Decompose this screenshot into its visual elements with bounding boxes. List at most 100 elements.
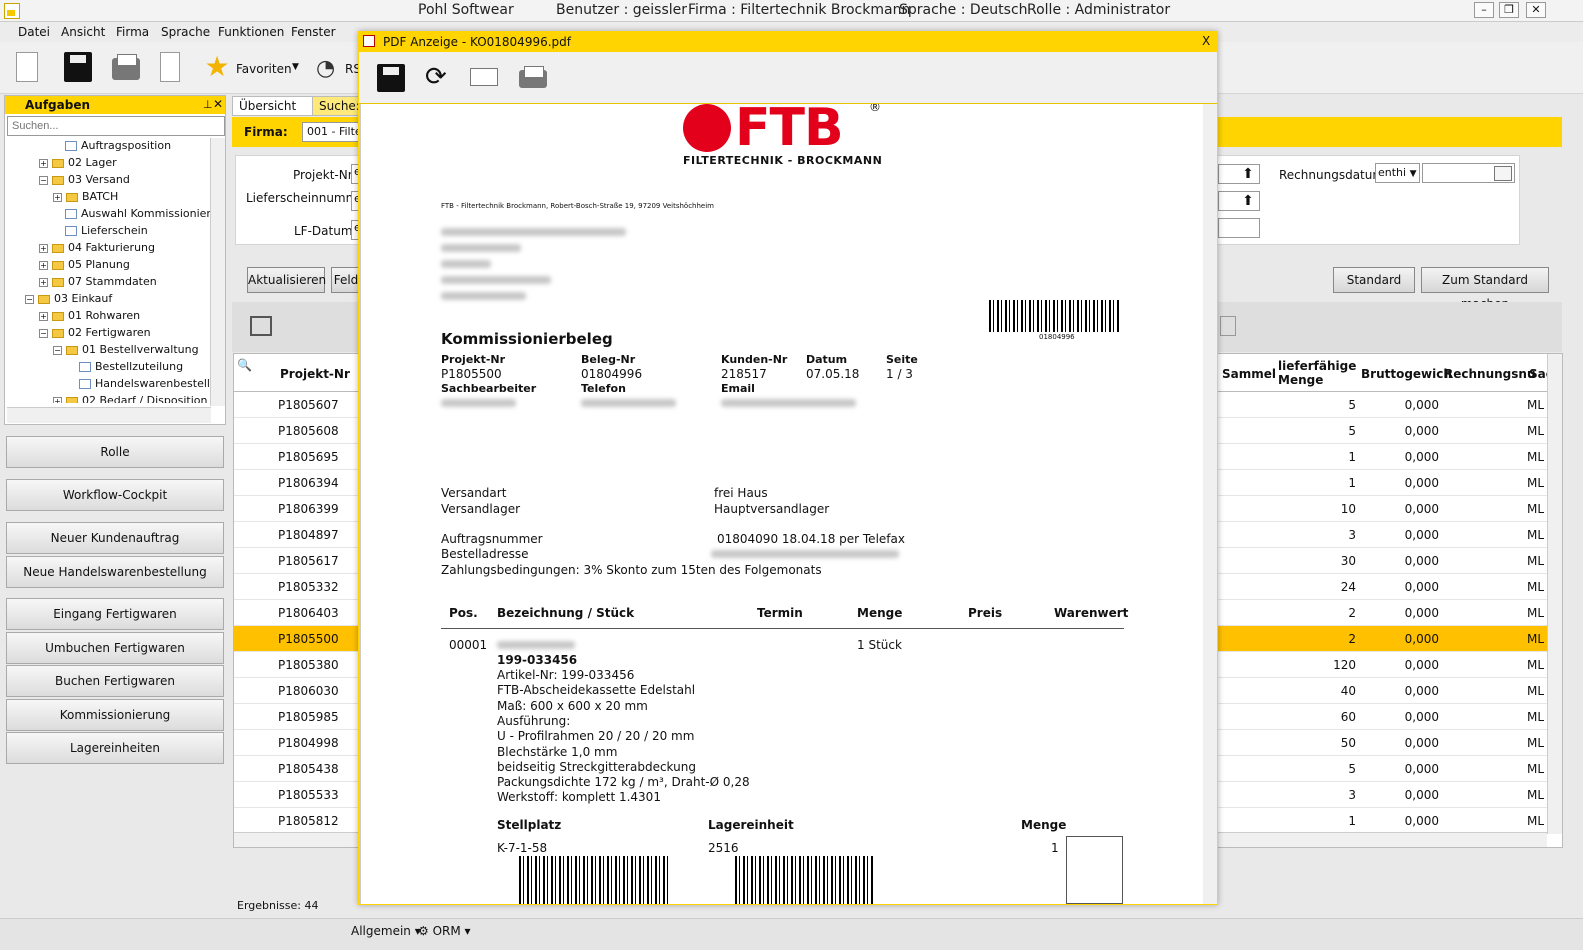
menu-firma[interactable]: Firma — [116, 25, 149, 39]
collapse-icon[interactable]: − — [25, 295, 34, 304]
tree-vertical-scrollbar[interactable] — [210, 138, 225, 406]
expand-icon[interactable]: + — [53, 397, 62, 403]
upload-arrow-icon[interactable]: ⬆ — [1238, 193, 1258, 211]
close-window-button[interactable]: ✕ — [1526, 2, 1546, 18]
collapse-icon[interactable]: − — [39, 329, 48, 338]
feld-button[interactable]: Feld — [331, 267, 361, 293]
tree-item[interactable]: −01 Bestellverwaltung — [53, 342, 199, 358]
export-icon[interactable] — [1220, 316, 1236, 336]
expand-icon[interactable]: + — [39, 159, 48, 168]
grid-layout-icon[interactable] — [250, 316, 272, 336]
zum-standard-machen-button[interactable]: Zum Standard machen — [1421, 267, 1549, 311]
umbuchen-fertigwaren-button[interactable]: Umbuchen Fertigwaren — [6, 632, 224, 664]
expand-icon[interactable]: + — [39, 244, 48, 253]
expand-icon[interactable]: + — [39, 278, 48, 287]
pin-icon[interactable]: ⊥ — [203, 98, 213, 111]
tree-item[interactable]: Handelswarenbestellu — [79, 376, 210, 392]
expand-icon[interactable]: + — [53, 193, 62, 202]
cell-b: 0,000 — [1404, 762, 1439, 776]
allgemein-dropdown[interactable]: Allgemein ▾ — [351, 924, 421, 938]
pdf-email-icon[interactable] — [470, 68, 498, 86]
collapse-icon[interactable]: − — [53, 346, 62, 355]
menu-funktionen[interactable]: Funktionen — [218, 25, 284, 39]
tree-item[interactable]: Auswahl Kommissionierb — [65, 206, 210, 222]
label-sachbearbeiter: Sachbearbeiter — [441, 382, 537, 395]
lagereinheiten-button[interactable]: Lagereinheiten — [6, 732, 224, 764]
value-datum: 07.05.18 — [806, 367, 860, 381]
rss-icon[interactable]: ◔ — [316, 56, 335, 81]
menu-ansicht[interactable]: Ansicht — [61, 25, 105, 39]
favorites-label[interactable]: Favoriten — [236, 62, 292, 76]
search-icon[interactable]: 🔍 — [237, 358, 252, 372]
firma-select[interactable]: 001 - Filter — [302, 122, 362, 142]
close-panel-icon[interactable]: ✕ — [213, 97, 223, 111]
col-sammel[interactable]: Sammel — [1222, 367, 1276, 381]
expand-icon[interactable]: + — [39, 312, 48, 321]
rolle-button[interactable]: Rolle — [6, 436, 224, 468]
pdf-print-icon[interactable] — [519, 66, 547, 88]
col-projekt-nr[interactable]: Projekt-Nr — [280, 367, 350, 381]
tree-item[interactable]: +04 Fakturierung — [39, 240, 155, 256]
menu-fenster[interactable]: Fenster — [291, 25, 336, 39]
aktualisieren-button[interactable]: Aktualisieren — [247, 267, 326, 293]
standard-button[interactable]: Standard — [1333, 267, 1415, 293]
tree-item[interactable]: −03 Versand — [39, 172, 130, 188]
tree-item[interactable]: −03 Einkauf — [25, 291, 112, 307]
col-bruttogewicht[interactable]: Bruttogewich — [1361, 367, 1452, 381]
pdf-vertical-scrollbar[interactable] — [1203, 104, 1217, 904]
table-icon — [79, 379, 91, 389]
collapse-icon[interactable]: − — [39, 176, 48, 185]
grid-vertical-scrollbar[interactable] — [1547, 354, 1562, 834]
cell-m: 1 — [1348, 814, 1356, 828]
tree-horizontal-scrollbar[interactable] — [7, 407, 211, 423]
new-document-icon[interactable] — [16, 52, 38, 82]
restore-button[interactable]: ❐ — [1499, 2, 1519, 18]
tree-item[interactable]: Bestellzuteilung — [79, 359, 183, 375]
company-info: Firma : Filtertechnik Brockmann — [688, 2, 911, 18]
neuer-kundenauftrag-button[interactable]: Neuer Kundenauftrag — [6, 522, 224, 554]
orm-dropdown[interactable]: ⚙ ORM ▾ — [418, 924, 471, 938]
tree-item[interactable]: Lieferschein — [65, 223, 148, 239]
tree-item[interactable]: +02 Bedarf / Disposition — [53, 393, 207, 403]
upload-arrow-icon[interactable]: ⬆ — [1238, 166, 1258, 184]
tree-item[interactable]: +05 Planung — [39, 257, 130, 273]
sender-line: FTB - Filtertechnik Brockmann, Robert-Bo… — [441, 202, 715, 210]
rechnungsdatum-operator-select[interactable]: enthi ▼ — [1375, 163, 1420, 183]
tree-item[interactable]: +01 Rohwaren — [39, 308, 140, 324]
cell-m: 2 — [1348, 632, 1356, 646]
item-line: 199-033456 — [497, 653, 578, 667]
kommissionierung-button[interactable]: Kommissionierung — [6, 699, 224, 731]
col-rechnungsnummer[interactable]: Rechnungsnu — [1444, 367, 1535, 381]
neue-handelswarenbestellung-button[interactable]: Neue Handelswarenbestellung — [6, 556, 224, 588]
print-icon[interactable] — [112, 54, 140, 80]
calendar-icon[interactable] — [1494, 166, 1512, 181]
menu-sprache[interactable]: Sprache — [161, 25, 210, 39]
buchen-fertigwaren-button[interactable]: Buchen Fertigwaren — [6, 665, 224, 697]
tree-item[interactable]: + BATCH — [53, 189, 118, 205]
tasks-search-input[interactable] — [7, 116, 225, 136]
pdf-close-button[interactable]: X — [1202, 34, 1210, 48]
pdf-refresh-icon[interactable]: ⟳ — [425, 62, 447, 92]
workflow-cockpit-button[interactable]: Workflow-Cockpit — [6, 479, 224, 511]
tree-item[interactable]: +07 Stammdaten — [39, 274, 157, 290]
menu-datei[interactable]: Datei — [18, 25, 50, 39]
save-icon[interactable] — [64, 52, 92, 82]
ftb-logo-subtitle: FILTERTECHNIK - BROCKMANN — [683, 154, 883, 167]
eingang-fertigwaren-button[interactable]: Eingang Fertigwaren — [6, 598, 224, 630]
tree-item[interactable]: +02 Lager — [39, 155, 117, 171]
star-icon[interactable]: ★ — [203, 52, 231, 82]
lf-datum-input[interactable] — [1218, 218, 1260, 238]
pdf-save-icon[interactable] — [377, 64, 405, 92]
table-icon — [65, 141, 77, 151]
cell-b: 0,000 — [1404, 658, 1439, 672]
expand-icon[interactable]: + — [39, 261, 48, 270]
copy-icon[interactable] — [160, 52, 180, 82]
minimize-button[interactable]: – — [1474, 2, 1494, 18]
folder-icon — [52, 311, 64, 321]
favorites-dropdown-icon[interactable]: ▼ — [292, 62, 299, 72]
tree-item[interactable]: −02 Fertigwaren — [39, 325, 151, 341]
cell-s: ML — [1527, 710, 1545, 724]
col-pos: Pos. — [449, 606, 478, 620]
tree-item[interactable]: Auftragsposition — [65, 138, 171, 154]
col-lieferfaehige-menge[interactable]: lieferfähige Menge — [1278, 359, 1358, 387]
